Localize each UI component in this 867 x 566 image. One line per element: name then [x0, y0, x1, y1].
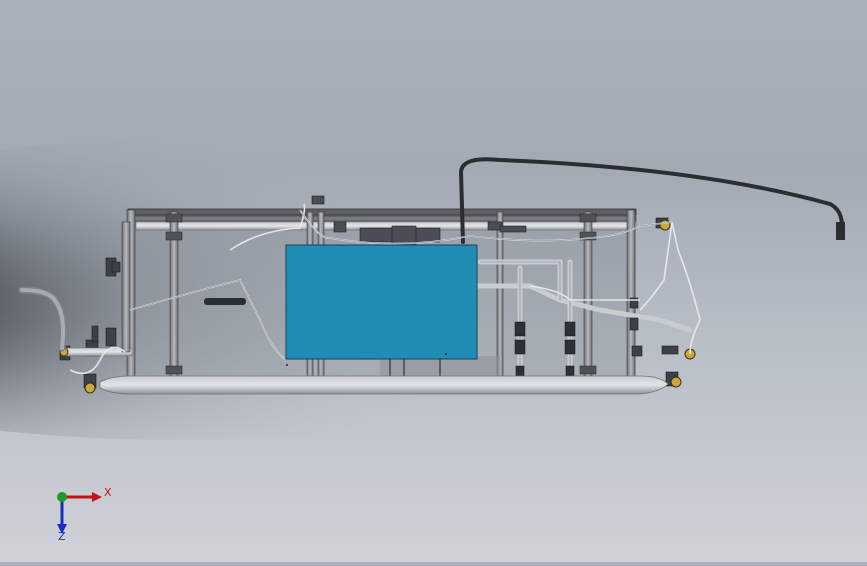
triad-x-label: X: [104, 486, 112, 499]
top-rail: [127, 208, 637, 216]
model-graphics: [0, 140, 845, 534]
control-panel: [285, 244, 478, 360]
top-rail-inner: [127, 215, 637, 222]
triad-z-label: Z: [58, 530, 66, 543]
bottom-pipe: [99, 375, 669, 395]
coordinate-triad: [57, 492, 102, 534]
post-5: [496, 211, 504, 379]
cad-viewport[interactable]: [0, 0, 867, 562]
